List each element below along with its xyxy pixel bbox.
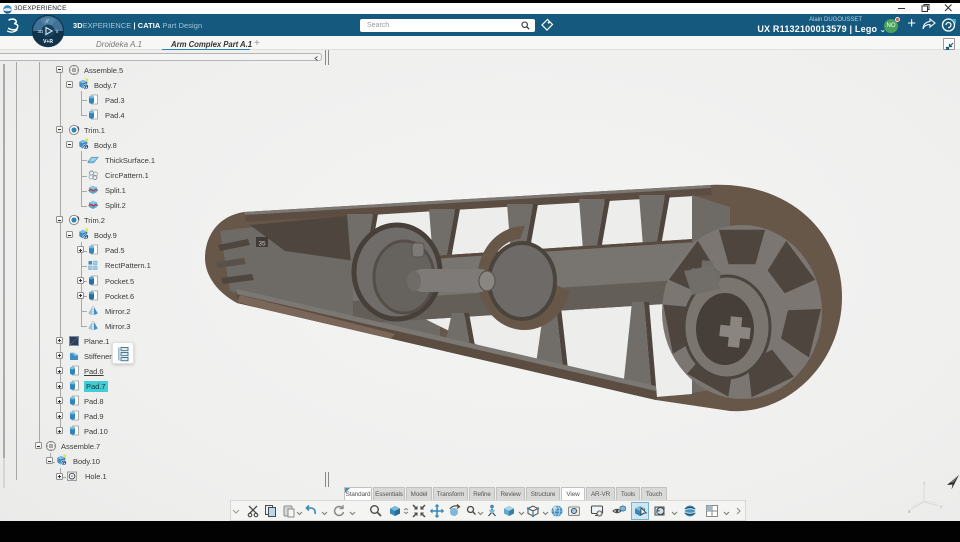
svg-text:V+R: V+R bbox=[43, 39, 53, 45]
svg-text:y: y bbox=[940, 504, 943, 510]
svg-text://: // bbox=[45, 19, 49, 25]
svg-text:G: G bbox=[62, 461, 65, 466]
svg-text:x: x bbox=[908, 509, 911, 515]
svg-text:3D: 3D bbox=[38, 29, 45, 34]
svg-text:G: G bbox=[84, 144, 87, 149]
svg-text:G: G bbox=[84, 84, 87, 89]
svg-text:G: G bbox=[84, 235, 87, 240]
svg-text:z: z bbox=[923, 481, 926, 487]
svg-text:35: 35 bbox=[258, 241, 266, 248]
